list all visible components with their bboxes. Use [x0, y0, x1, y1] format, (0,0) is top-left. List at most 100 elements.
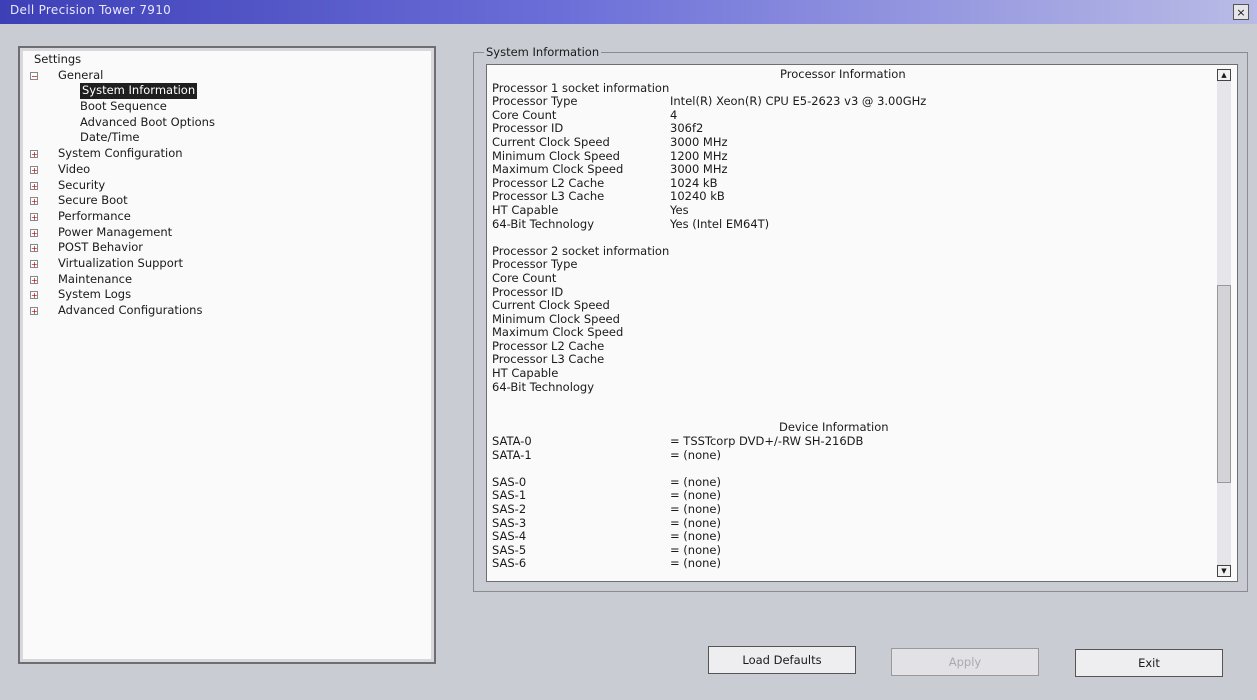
- tree-item[interactable]: + Performance: [30, 209, 410, 225]
- info-value: 1200 MHz: [670, 148, 728, 163]
- info-key: SAS-2: [492, 502, 527, 516]
- scroll-up-icon[interactable]: ▲: [1217, 69, 1231, 81]
- info-key: Processor Type: [492, 94, 578, 109]
- tree-item-label: Advanced Configurations: [58, 303, 203, 317]
- info-value: 306f2: [670, 121, 704, 136]
- group-caption: System Information: [484, 45, 602, 59]
- info-key: Core Count: [492, 270, 557, 285]
- expand-icon[interactable]: +: [30, 228, 38, 237]
- close-button[interactable]: ×: [1233, 4, 1249, 20]
- info-key: Processor Information: [780, 67, 906, 81]
- tree-item[interactable]: + System Configuration: [30, 146, 410, 162]
- tree-item-label: Boot Sequence: [80, 99, 167, 114]
- scroll-down-icon[interactable]: ▼: [1217, 565, 1231, 577]
- info-key: Processor L3 Cache: [492, 352, 605, 367]
- apply-button[interactable]: Apply: [891, 648, 1039, 676]
- tree-item[interactable]: + Maintenance: [30, 272, 410, 288]
- tree-item[interactable]: Boot Sequence: [30, 99, 410, 115]
- info-value: 1024 kB: [670, 175, 718, 190]
- tree-item-label: System Information: [80, 83, 198, 100]
- info-value: = (none): [670, 488, 721, 503]
- info-value: = (none): [670, 474, 721, 489]
- info-key: Maximum Clock Speed: [492, 325, 624, 340]
- info-key: SAS-5: [492, 542, 527, 557]
- load-defaults-button[interactable]: Load Defaults: [708, 646, 856, 674]
- tree-item[interactable]: Advanced Boot Options: [30, 115, 410, 131]
- settings-tree-panel: Settings − General System Information Boot S…: [18, 46, 436, 664]
- scroll-thumb[interactable]: [1217, 285, 1231, 483]
- system-information-pane: Processor Information Processor 1 socket …: [486, 64, 1238, 582]
- tree-item[interactable]: + Advanced Configurations: [30, 303, 410, 319]
- info-value: 3000 MHz: [670, 162, 728, 177]
- tree-item[interactable]: + System Logs: [30, 287, 410, 303]
- tree-item-label: Advanced Boot Options: [80, 114, 215, 129]
- tree-item-label: Virtualization Support: [58, 255, 184, 270]
- info-key: Core Count: [492, 107, 557, 122]
- tree-item[interactable]: + Secure Boot: [30, 193, 410, 209]
- expand-icon[interactable]: +: [30, 275, 38, 284]
- info-key: 64-Bit Technology: [492, 379, 595, 394]
- info-value: = (none): [670, 447, 721, 462]
- info-key: Processor L2 Cache: [492, 175, 605, 190]
- info-value: = (none): [670, 502, 721, 516]
- tree-item[interactable]: + Power Management: [30, 225, 410, 241]
- expand-icon[interactable]: +: [30, 165, 38, 174]
- info-key: HT Capable: [492, 366, 559, 381]
- info-value: = (none): [670, 529, 721, 544]
- window-title: Dell Precision Tower 7910: [10, 3, 172, 17]
- expand-icon[interactable]: +: [30, 197, 38, 206]
- expand-icon[interactable]: +: [30, 244, 38, 253]
- info-key: SAS-4: [492, 529, 527, 544]
- info-key: SAS-3: [492, 515, 527, 530]
- tree-item-label: Secure Boot: [58, 193, 128, 208]
- info-key: Processor Type: [492, 257, 578, 272]
- title-bar: Dell Precision Tower 7910 ×: [0, 0, 1257, 24]
- tree-item[interactable]: + POST Behavior: [30, 240, 410, 256]
- expand-icon[interactable]: +: [30, 150, 38, 159]
- tree-item[interactable]: Settings: [30, 52, 410, 68]
- tree-item-label: System Configuration: [58, 146, 183, 161]
- info-key: SAS-0: [492, 474, 527, 489]
- collapse-icon[interactable]: −: [30, 71, 38, 80]
- info-key: Minimum Clock Speed: [492, 148, 620, 163]
- info-key: SATA-1: [492, 447, 532, 462]
- settings-tree: Settings − General System Information Boot S…: [30, 52, 410, 319]
- info-key: Processor 2 socket information: [492, 243, 670, 258]
- tree-item[interactable]: − General: [30, 68, 410, 84]
- tree-item[interactable]: + Video: [30, 162, 410, 178]
- info-key: Minimum Clock Speed: [492, 311, 620, 326]
- tree-item-label: System Logs: [58, 287, 132, 302]
- tree-item[interactable]: System Information: [30, 83, 410, 100]
- tree-item-label: Date/Time: [80, 130, 140, 145]
- tree-item-label: Power Management: [58, 224, 173, 239]
- info-key: Processor L3 Cache: [492, 189, 605, 204]
- info-key: HT Capable: [492, 202, 559, 217]
- expand-icon[interactable]: +: [30, 259, 38, 268]
- info-key: Current Clock Speed: [492, 134, 610, 149]
- vertical-scrollbar[interactable]: ▲ ▼: [1217, 69, 1231, 577]
- info-value: = (none): [670, 542, 721, 557]
- exit-button[interactable]: Exit: [1075, 649, 1223, 677]
- info-value: = (none): [670, 556, 721, 571]
- tree-item-label: POST Behavior: [58, 240, 144, 255]
- info-key: Maximum Clock Speed: [492, 162, 624, 177]
- tree-item[interactable]: + Security: [30, 178, 410, 194]
- info-key: SATA-0: [492, 434, 532, 449]
- tree-item[interactable]: Date/Time: [30, 130, 410, 146]
- expand-icon[interactable]: +: [30, 212, 38, 221]
- tree-item-label: Maintenance: [58, 271, 133, 286]
- tree-item[interactable]: + Virtualization Support: [30, 256, 410, 272]
- expand-icon[interactable]: +: [30, 291, 38, 300]
- expand-icon[interactable]: +: [30, 181, 38, 190]
- info-value: 4: [670, 107, 678, 122]
- info-key: Processor 1 socket information: [492, 80, 670, 95]
- tree-item-label: Performance: [58, 208, 131, 223]
- info-key: Processor L2 Cache: [492, 338, 605, 353]
- tree-item-label: Video: [58, 161, 91, 176]
- expand-icon[interactable]: +: [30, 307, 38, 316]
- info-key: Processor ID: [492, 121, 564, 136]
- info-value: 10240 kB: [670, 189, 725, 204]
- info-key: Device Information: [779, 420, 889, 435]
- info-value: 3000 MHz: [670, 134, 728, 149]
- info-value: Yes: [670, 202, 689, 217]
